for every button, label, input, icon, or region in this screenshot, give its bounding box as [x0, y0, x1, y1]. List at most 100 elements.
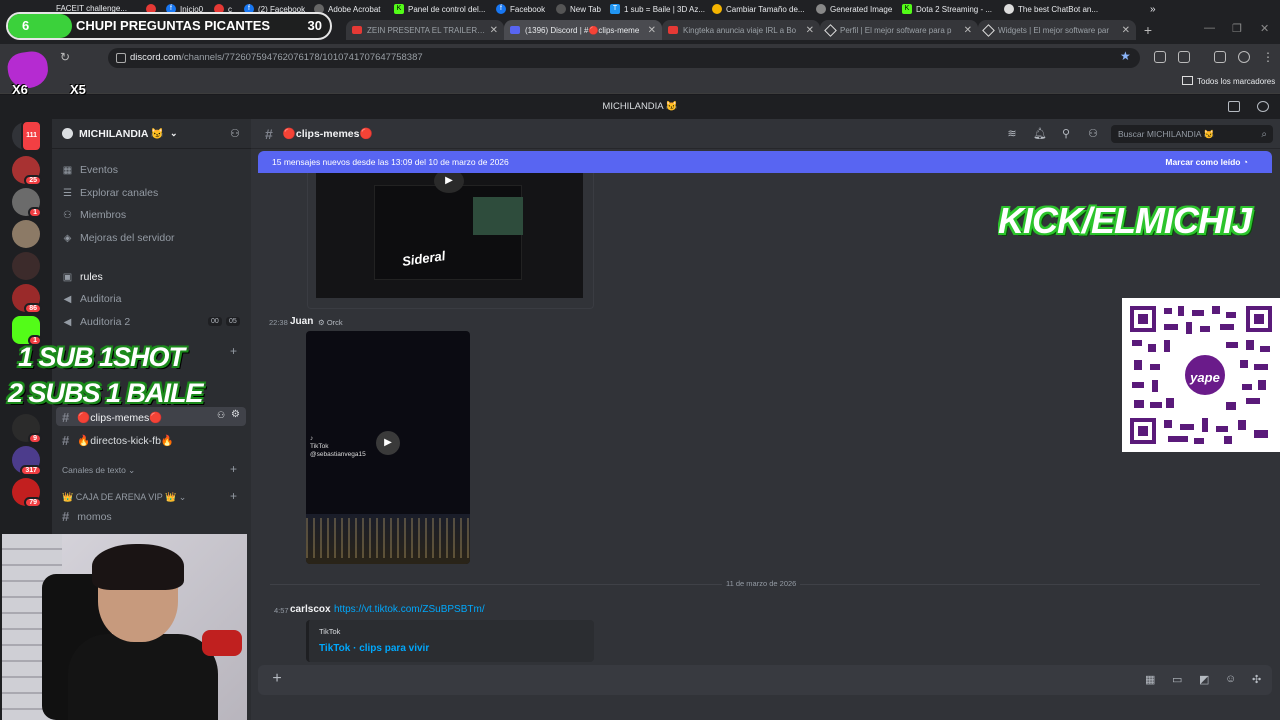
- browse-channels-icon: ☰: [63, 187, 72, 199]
- close-window-icon[interactable]: ✕: [1260, 22, 1269, 35]
- message-author[interactable]: carlscox: [290, 604, 331, 615]
- threads-icon[interactable]: ≋: [1006, 128, 1018, 140]
- reload-icon[interactable]: ↻: [60, 50, 70, 64]
- menu-icon[interactable]: ⋮: [1262, 50, 1274, 64]
- channel-rules[interactable]: ▣ rules: [62, 271, 103, 283]
- speaker-icon: ◀: [63, 316, 72, 328]
- promo-line-2: 2 SUBS 1 BAILE: [8, 378, 204, 408]
- site-info-icon[interactable]: [116, 53, 126, 63]
- bookmark-item[interactable]: Cambiar Tamaño de...: [712, 4, 805, 14]
- category-vip[interactable]: 👑 CAJA DE ARENA VIP 👑 ⌄: [62, 492, 186, 503]
- bookmark-item[interactable]: Generated Image: [816, 4, 892, 14]
- browser-tab[interactable]: ZEIN PRESENTA EL TRAILER DE ✕: [346, 20, 504, 40]
- close-tab-icon[interactable]: ✕: [648, 25, 656, 36]
- kick-icon: K: [394, 4, 404, 14]
- server-item-boosts[interactable]: ◈ Mejoras del servidor: [62, 232, 175, 244]
- voice-channel-auditoria[interactable]: ◀ Auditoria: [62, 293, 122, 305]
- add-channel-icon[interactable]: +: [230, 462, 237, 476]
- help-icon[interactable]: [1257, 101, 1269, 112]
- browser-tab-active[interactable]: (1396) Discord | #🔴clips-meme ✕: [504, 20, 662, 40]
- bookmark-item[interactable]: The best ChatBot an...: [1004, 4, 1098, 14]
- browser-tab[interactable]: Perfil | El mejor software para p ✕: [820, 20, 978, 40]
- emoji-icon[interactable]: ☺: [1225, 673, 1236, 685]
- server-icon[interactable]: 1: [12, 316, 42, 346]
- new-messages-banner[interactable]: 15 mensajes nuevos desde las 13:09 del 1…: [258, 151, 1272, 173]
- multiplier-a: X6: [12, 82, 28, 97]
- gif-icon[interactable]: ▭: [1172, 673, 1182, 686]
- discord-home-icon[interactable]: ◉111: [12, 120, 42, 152]
- invite-icon[interactable]: ⚇: [217, 410, 225, 421]
- new-tab-button[interactable]: +: [1140, 22, 1156, 38]
- channel-directos-kick-fb[interactable]: # 🔥directos-kick-fb🔥: [62, 433, 174, 448]
- tiktok-video-embed[interactable]: ♪ TikTok @sebastianvega15 ▶: [306, 331, 470, 564]
- browser-tab[interactable]: Widgets | El mejor software par ✕: [978, 20, 1136, 40]
- mark-as-read-button[interactable]: Marcar como leído ◔: [1165, 151, 1248, 173]
- bookmark-item[interactable]: K Dota 2 Streaming - ...: [902, 4, 992, 14]
- widget-icon: [824, 23, 837, 37]
- user-tag: ⚙ Orck: [318, 318, 343, 327]
- server-item-browse[interactable]: ☰ Explorar canales: [62, 187, 158, 199]
- channel-clips-memes[interactable]: # 🔴clips-memes🔴: [62, 410, 162, 425]
- tab-search-icon[interactable]: [1214, 51, 1226, 63]
- message-link[interactable]: https://vt.tiktok.com/ZSuBPSBTm/: [334, 604, 485, 615]
- city-lights: [306, 518, 470, 558]
- bookmark-item[interactable]: New Tab: [556, 4, 601, 14]
- goal-label: CHUPI PREGUNTAS PICANTES: [76, 18, 271, 33]
- minimize-icon[interactable]: —: [1204, 22, 1215, 34]
- pin-icon[interactable]: ⚲: [1060, 128, 1072, 140]
- video-embed-1[interactable]: Sideral ▶: [316, 173, 583, 298]
- server-header[interactable]: MICHILANDIA 😼 ⌄: [52, 119, 251, 149]
- search-input[interactable]: Buscar MICHILANDIA 😼 ⌕: [1111, 125, 1273, 143]
- calendar-icon: ▦: [62, 164, 73, 176]
- profile-icon[interactable]: [1238, 51, 1250, 63]
- server-icon[interactable]: 9: [12, 414, 42, 444]
- message-composer[interactable]: +: [258, 665, 1272, 695]
- url-bar[interactable]: discord.com/channels/772607594762076178/…: [108, 48, 1140, 68]
- close-tab-icon[interactable]: ✕: [1122, 25, 1130, 36]
- message-author[interactable]: Juan: [290, 316, 313, 327]
- screen: { "browser": { "tabs": [ {"title": "ZEIN…: [0, 0, 1280, 720]
- server-item-events[interactable]: ▦ Eventos: [62, 164, 118, 176]
- gear-icon[interactable]: ⚙: [231, 409, 240, 420]
- widget-icon: [982, 23, 995, 37]
- server-item-members[interactable]: ⚇ Miembros: [62, 209, 126, 221]
- maximize-icon[interactable]: ❐: [1232, 22, 1242, 35]
- close-tab-icon[interactable]: ✕: [806, 25, 814, 36]
- stream-goal-bar: 6 CHUPI PREGUNTAS PICANTES 30: [6, 12, 332, 40]
- embed-provider: TikTok: [319, 627, 341, 636]
- 3d-icon: T: [610, 4, 620, 14]
- inbox-icon[interactable]: [1228, 101, 1240, 112]
- server-icon[interactable]: 79: [12, 478, 42, 508]
- embed-title[interactable]: TikTok · clips para vivir: [319, 643, 429, 654]
- bookmark-star-icon[interactable]: ★: [1120, 49, 1131, 63]
- play-icon[interactable]: ▶: [376, 431, 400, 455]
- bell-icon[interactable]: 🔔︎: [1033, 128, 1047, 140]
- voice-channel-auditoria-2[interactable]: ◀ Auditoria 2: [62, 316, 131, 328]
- apps-icon[interactable]: ✣: [1252, 673, 1261, 686]
- close-tab-icon[interactable]: ✕: [964, 25, 972, 36]
- search-icon: ⌕: [1261, 129, 1267, 140]
- more-bookmarks-icon[interactable]: »: [1150, 4, 1156, 15]
- speaker-icon: ◀: [63, 293, 72, 305]
- sticker-icon[interactable]: ◩: [1199, 673, 1209, 686]
- bookmark-item[interactable]: T1 sub = Baile | 3D Az...: [610, 4, 705, 14]
- close-tab-icon[interactable]: ✕: [490, 25, 498, 36]
- gift-icon[interactable]: ▦: [1145, 673, 1155, 686]
- extensions-puzzle-icon[interactable]: [1178, 51, 1190, 63]
- add-channel-icon[interactable]: +: [230, 344, 237, 358]
- add-member-icon[interactable]: ⚇: [230, 127, 240, 140]
- bookmark-item[interactable]: f Facebook: [496, 4, 545, 14]
- boost-icon: ◈: [63, 232, 72, 244]
- add-channel-icon[interactable]: +: [230, 489, 237, 503]
- browser-tab[interactable]: Kingteka anuncia viaje IRL a Bo ✕: [662, 20, 820, 40]
- goal-count: 30: [307, 18, 322, 33]
- bookmark-item[interactable]: K Panel de control del...: [394, 4, 485, 14]
- category-text-channels[interactable]: Canales de texto ⌄: [62, 465, 135, 476]
- all-bookmarks-folder[interactable]: Todos los marcadores: [1182, 76, 1275, 86]
- member-list-icon[interactable]: ⚇: [1087, 128, 1099, 140]
- extension-icon[interactable]: [1154, 51, 1166, 63]
- channel-momos[interactable]: # momos: [62, 509, 112, 524]
- add-attachment-icon[interactable]: +: [268, 670, 286, 688]
- server-icon[interactable]: 317: [12, 446, 42, 476]
- hash-icon: #: [265, 125, 273, 142]
